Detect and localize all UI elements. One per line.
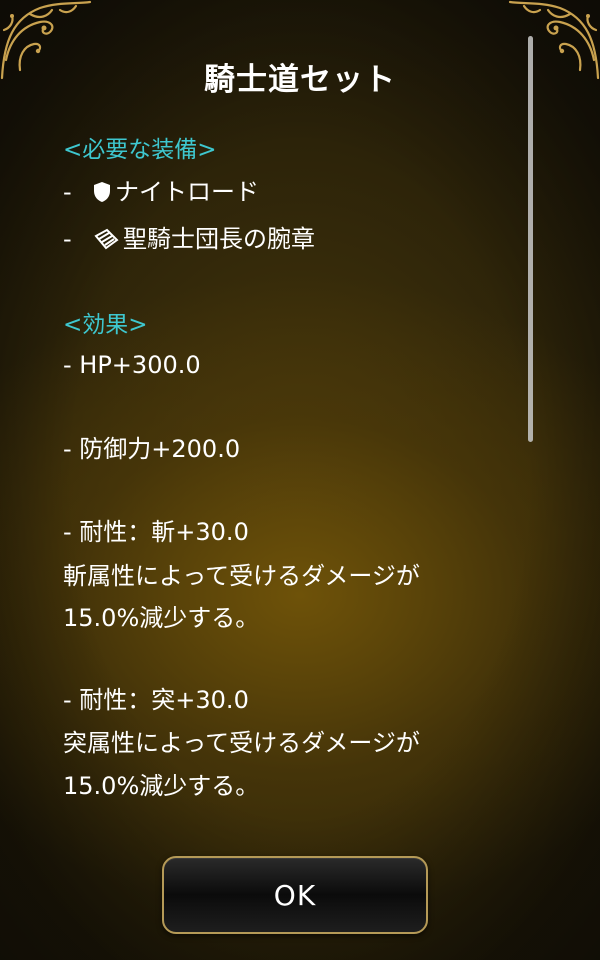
effect-pierce-desc-1: 突属性によって受けるダメージが bbox=[63, 729, 420, 757]
effect-defense: - 防御力+200.0 bbox=[63, 435, 241, 463]
list-dash: - bbox=[63, 178, 72, 206]
ok-button[interactable]: OK bbox=[162, 856, 428, 934]
equipment-item: - ナイトロード bbox=[63, 177, 259, 210]
equipment-name-knight-lord: ナイトロード bbox=[115, 178, 259, 206]
ok-button-label: OK bbox=[273, 878, 317, 912]
list-dash: - bbox=[63, 225, 72, 253]
effect-pierce-resist: - 耐性：突+30.0 bbox=[63, 686, 249, 714]
effect-slash-desc-1: 斬属性によって受けるダメージが bbox=[63, 562, 420, 590]
armband-icon bbox=[93, 227, 119, 257]
effect-slash-resist: - 耐性：斬+30.0 bbox=[63, 518, 249, 546]
effect-slash-desc-2: 15.0%減少する。 bbox=[63, 604, 260, 632]
effects-heading: <効果> bbox=[63, 312, 148, 338]
scrollbar-thumb[interactable] bbox=[528, 36, 533, 442]
effect-pierce-desc-2: 15.0%減少する。 bbox=[63, 772, 260, 800]
equipment-name-armband: 聖騎士団長の腕章 bbox=[123, 225, 315, 253]
required-equipment-heading: <必要な装備> bbox=[63, 137, 217, 163]
dialog-title: 騎士道セット bbox=[204, 62, 396, 98]
shield-icon bbox=[93, 180, 111, 210]
effect-hp: - HP+300.0 bbox=[63, 351, 201, 379]
equipment-item: - 聖騎士団長の腕章 bbox=[63, 224, 315, 257]
